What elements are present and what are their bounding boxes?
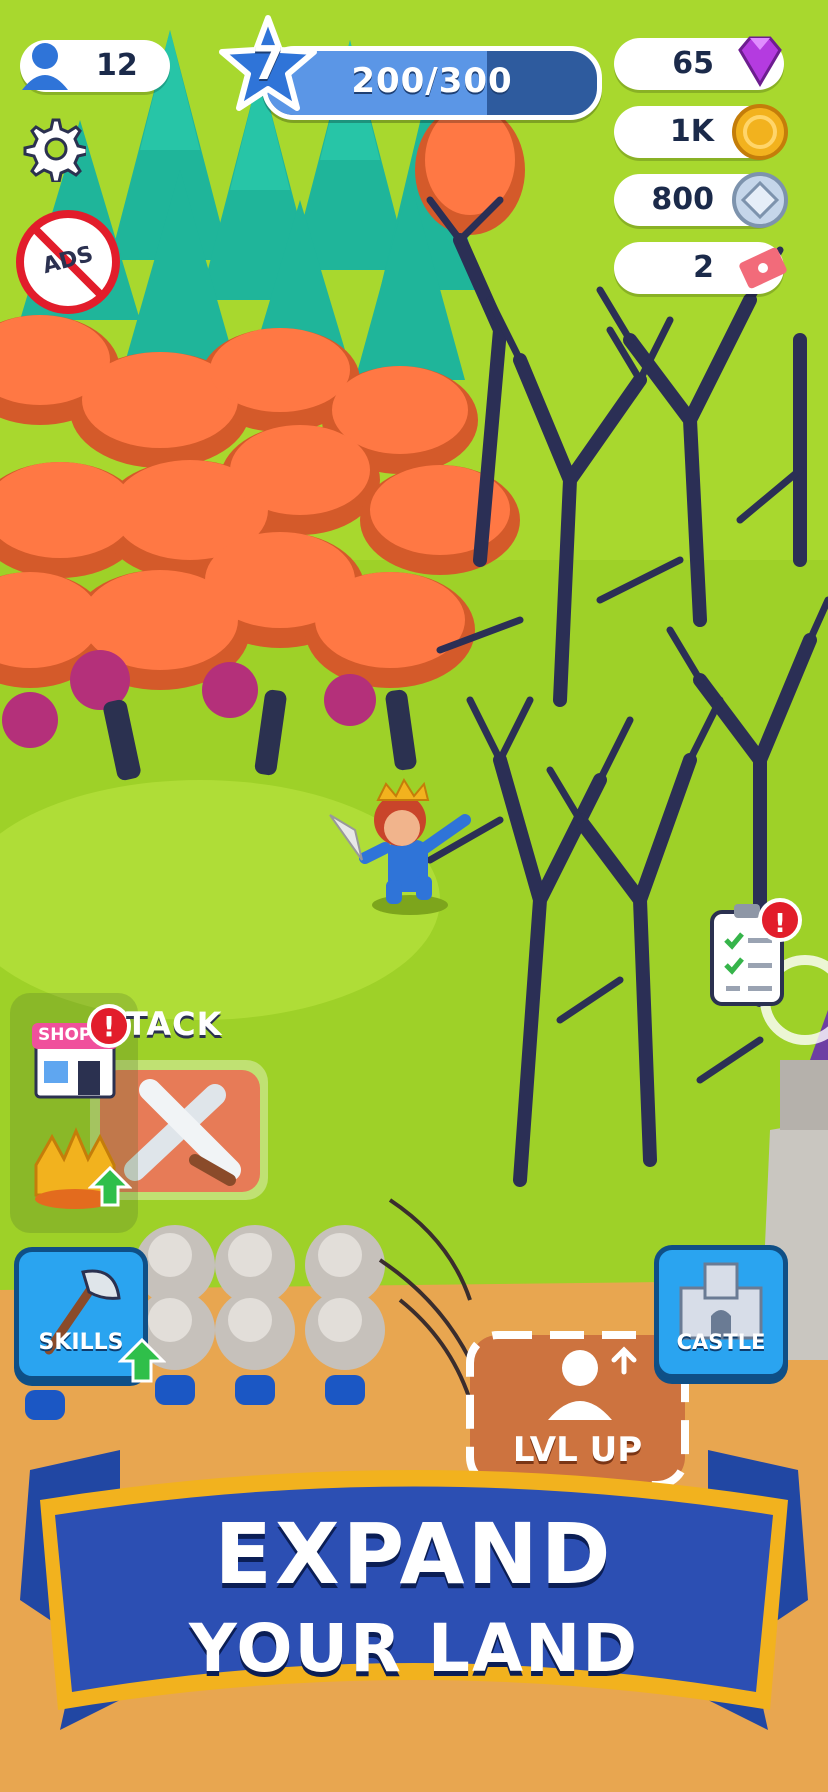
coin-icon: [732, 104, 788, 160]
skills-upgrade-arrow-icon: [118, 1337, 166, 1383]
lvl-up-button[interactable]: LVL UP: [470, 1335, 685, 1485]
ticket-icon: [739, 247, 787, 289]
gem-icon: [738, 36, 782, 87]
shop-label: SHOP: [38, 1025, 92, 1045]
silver-pill[interactable]: 800: [614, 172, 788, 228]
svg-text:!: !: [103, 1010, 116, 1043]
banner-title: EXPAND: [214, 1505, 614, 1603]
players-count: 12: [96, 48, 138, 83]
gems-pill[interactable]: 65: [614, 36, 784, 90]
silver-count: 800: [651, 182, 714, 217]
no-ads-button[interactable]: ADS: [16, 210, 120, 314]
banner-subtitle: YOUR LAND: [188, 1610, 640, 1687]
crown-upgrade-button[interactable]: [30, 1125, 132, 1215]
svg-text:!: !: [774, 909, 786, 939]
tickets-pill[interactable]: 2: [614, 242, 787, 294]
user-icon: [22, 43, 68, 90]
coins-pill[interactable]: 1K: [614, 104, 788, 160]
lvl-up-label: LVL UP: [512, 1430, 643, 1470]
tickets-count: 2: [693, 250, 714, 285]
level-star-badge[interactable]: 7: [218, 14, 318, 114]
level-number: 7: [251, 36, 284, 90]
upgrade-arrow-icon: [88, 1165, 132, 1207]
coins-count: 1K: [669, 114, 714, 149]
gear-icon[interactable]: [20, 116, 86, 182]
shop-button[interactable]: SHOP !: [30, 1004, 131, 1101]
gems-count: 65: [672, 46, 714, 81]
attack-label: TACK: [126, 1005, 223, 1043]
players-count-pill[interactable]: 12: [20, 40, 170, 92]
silver-coin-icon: [732, 172, 788, 228]
